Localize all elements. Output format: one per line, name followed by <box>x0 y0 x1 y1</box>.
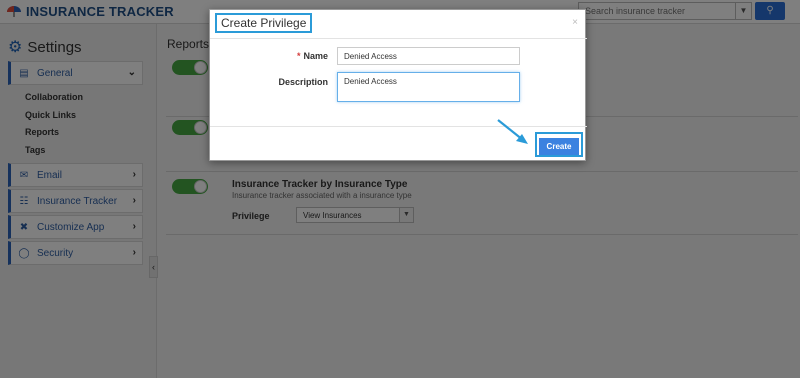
required-marker: * <box>296 51 301 61</box>
annotation-arrow-icon <box>497 119 528 144</box>
name-label-text: Name <box>303 51 328 61</box>
description-field[interactable]: Denied Access <box>337 72 520 102</box>
dialog-header: Create Privilege × <box>210 10 587 39</box>
name-field[interactable] <box>337 47 520 65</box>
description-label: Description <box>278 77 328 87</box>
name-label: * Name <box>270 51 328 61</box>
close-icon[interactable]: × <box>572 17 578 28</box>
create-button[interactable]: Create <box>539 138 579 155</box>
create-button-highlight: Create <box>535 132 583 157</box>
dialog-title: Create Privilege <box>215 13 313 33</box>
